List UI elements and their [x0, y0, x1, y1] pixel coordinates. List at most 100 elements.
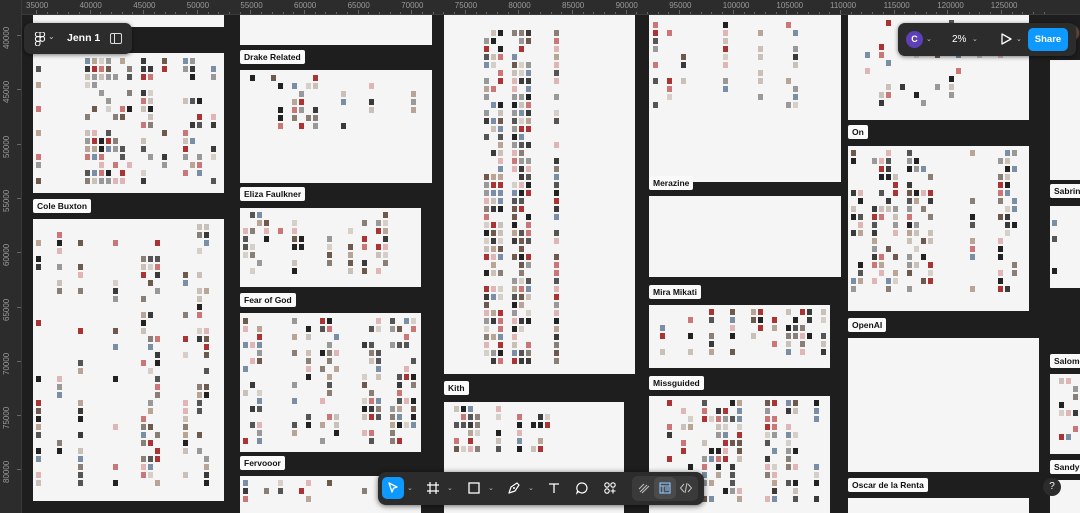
canvas[interactable]: 35000 40000 45000 50000 55000 60000 65000 70000… [0, 0, 1080, 513]
frame-thumbnail [758, 309, 763, 315]
frame-thumbnail [893, 222, 898, 228]
figma-logo-icon[interactable] [34, 32, 46, 46]
frame-thumbnail [800, 341, 805, 347]
shape-tool-button[interactable] [463, 477, 485, 499]
zoom-chevron-icon[interactable]: ⌄ [972, 35, 978, 43]
frame-thumbnail [949, 84, 954, 90]
design-mode-button[interactable] [654, 477, 676, 499]
frame-thumbnail [183, 432, 188, 438]
frame-thumbnail [306, 366, 311, 372]
frame-thumbnail [397, 438, 402, 444]
frame-thumbnail [531, 446, 536, 452]
frame-thumbnail [204, 392, 209, 398]
frame-thumbnail [362, 398, 367, 404]
present-chevron-icon[interactable]: ⌄ [1016, 35, 1022, 43]
frame-thumbnail [383, 212, 388, 218]
pen-tool-button[interactable] [503, 477, 525, 499]
share-button[interactable]: Share [1028, 28, 1068, 51]
frame-thumbnail [250, 268, 255, 274]
frame-thumbnail [1073, 426, 1078, 432]
frame-thumbnail [498, 342, 503, 348]
frame-thumbnail [484, 286, 489, 292]
frame-thumbnail [758, 46, 763, 52]
frame-thumbnail [519, 134, 524, 140]
zoom-level[interactable]: 2% [952, 34, 966, 45]
pen-tool-chevron-icon[interactable]: ⌄ [528, 484, 534, 492]
frame-thumbnail [498, 142, 503, 148]
frame-thumbnail [730, 317, 735, 323]
frame-thumbnail [872, 262, 877, 268]
ruler-x-tick [89, 10, 91, 14]
frame-thumbnail [120, 170, 125, 176]
present-play-icon[interactable] [999, 32, 1013, 46]
actions-tool-button[interactable] [599, 477, 621, 499]
frame-thumbnail [397, 414, 402, 420]
frame-thumbnail [498, 318, 503, 324]
frame-thumbnail [751, 309, 756, 315]
avatar-chevron-icon[interactable]: ⌄ [926, 35, 932, 43]
frame-thumbnail [148, 344, 153, 350]
file-title[interactable]: Jenn 1 [67, 32, 100, 44]
ruler-y-tick [17, 89, 21, 91]
help-button[interactable]: ? [1043, 478, 1061, 496]
frame-thumbnail [928, 238, 933, 244]
toggle-sidebar-icon[interactable] [110, 33, 122, 44]
ruler-x-tick [239, 12, 241, 14]
frame-thumbnail [545, 422, 550, 428]
ruler-x-tick [689, 12, 691, 14]
frame-tool-chevron-icon[interactable]: ⌄ [447, 484, 453, 492]
frame-thumbnail [92, 154, 97, 160]
ruler-x-tick [153, 12, 155, 14]
frame-thumbnail [334, 350, 339, 356]
main-menu-chevron-icon[interactable]: ⌄ [48, 32, 55, 41]
comment-tool-button[interactable] [571, 477, 593, 499]
frame-thumbnail [475, 446, 480, 452]
frame-thumbnail [461, 446, 466, 452]
frame-thumbnail [484, 182, 489, 188]
frame-thumbnail [292, 350, 297, 356]
frame-thumbnail [397, 390, 402, 396]
frame-thumbnail [78, 456, 83, 462]
frame-thumbnail [320, 366, 325, 372]
frame-thumbnail [92, 130, 97, 136]
frame-thumbnail [85, 58, 90, 64]
frame-thumbnail [793, 496, 798, 502]
frame-thumbnail [526, 158, 531, 164]
frame-thumbnail [907, 214, 912, 220]
move-tool-button[interactable] [382, 477, 404, 499]
frame-thumbnail [998, 214, 1003, 220]
frame-thumbnail [538, 422, 543, 428]
frame-thumbnail [526, 358, 531, 364]
ruler-x-label: 70000 [401, 1, 424, 10]
frame-thumbnail [369, 406, 374, 412]
frame-thumbnail [554, 70, 559, 76]
ruler-x-tick [861, 12, 863, 14]
frame-thumbnail [772, 325, 777, 331]
frame-tool-button[interactable] [422, 477, 444, 499]
frame-thumbnail [793, 488, 798, 494]
frame-thumbnail [893, 182, 898, 188]
frame-thumbnail [526, 110, 531, 116]
dev-mode-button[interactable] [675, 477, 697, 499]
frame-thumbnail [362, 220, 367, 226]
frame-thumbnail [716, 416, 721, 422]
frame-hash-icon [427, 482, 439, 494]
frame-thumbnail [851, 190, 856, 196]
frame-thumbnail [554, 62, 559, 68]
ruler-x-label: 100000 [722, 1, 750, 10]
frame-thumbnail [491, 222, 496, 228]
frame-thumbnail [554, 38, 559, 44]
frame-thumbnail [369, 99, 374, 105]
frame-thumbnail [397, 422, 402, 428]
frame-thumbnail [858, 278, 863, 284]
move-tool-chevron-icon[interactable]: ⌄ [407, 484, 413, 492]
user-avatar[interactable]: C [906, 31, 923, 48]
draw-mode-button[interactable] [633, 477, 655, 499]
frame-thumbnail [141, 296, 146, 302]
ruler-y-label: 70000 [2, 352, 11, 375]
text-tool-button[interactable] [543, 477, 565, 499]
frame-thumbnail [879, 158, 884, 164]
frame-thumbnail [1073, 386, 1078, 392]
shape-tool-chevron-icon[interactable]: ⌄ [488, 484, 494, 492]
frame-thumbnail [814, 480, 819, 486]
